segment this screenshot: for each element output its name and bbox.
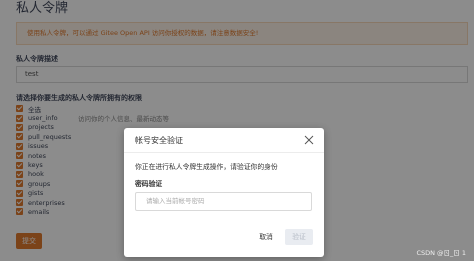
watermark: CSDN @ㄖ_ㄖ 1 [416,249,466,257]
password-input[interactable]: 请输入当前帐号密码 [135,192,312,211]
dialog-header: 帐号安全验证 [124,128,324,153]
password-label: 密码验证 [135,180,163,188]
close-icon[interactable] [304,135,314,145]
dialog-title: 帐号安全验证 [135,136,183,145]
dialog-message: 你正在进行私人令牌生成操作，请验证你的身份 [135,163,278,171]
verify-button[interactable]: 验证 [285,229,313,245]
cancel-button[interactable]: 取消 [253,229,279,245]
security-verification-dialog: 帐号安全验证 你正在进行私人令牌生成操作，请验证你的身份 密码验证 请输入当前帐… [124,128,324,257]
